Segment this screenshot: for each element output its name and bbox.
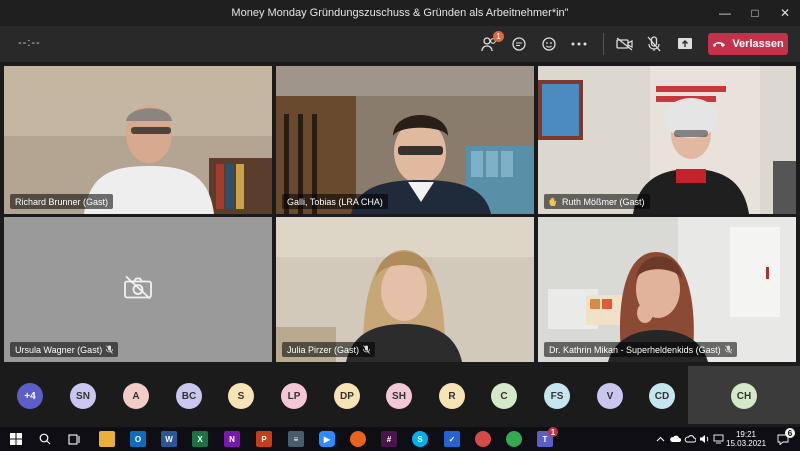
raised-hand-icon (549, 197, 557, 206)
window-title: Money Monday Gründungszuschuss & Gründen… (231, 7, 569, 19)
video-tile[interactable]: Galli, Tobias (LRA CHA) (276, 66, 534, 214)
file-explorer-icon[interactable] (99, 431, 115, 447)
zoom-icon[interactable]: ▶ (319, 431, 335, 447)
camera-toggle-button[interactable] (614, 34, 636, 54)
participant-avatar[interactable]: R (439, 383, 465, 409)
participant-avatar[interactable]: LP (281, 383, 307, 409)
participant-video (276, 66, 534, 214)
participant-video (276, 217, 534, 362)
reactions-button[interactable] (538, 34, 560, 54)
participant-name-tag: Richard Brunner (Gast) (10, 194, 114, 209)
windows-logo-icon (10, 433, 22, 445)
overflow-participants-chip[interactable]: +4 (17, 383, 43, 409)
participant-name-tag: Galli, Tobias (LRA CHA) (282, 194, 388, 209)
windows-taskbar: O W X N P ≡ ▶ # S ✓ T 1 19:21 15.03.2021… (0, 427, 800, 451)
skype-icon[interactable]: S (412, 431, 428, 447)
close-icon[interactable]: ✕ (770, 0, 800, 26)
title-bar: Money Monday Gründungszuschuss & Gründen… (0, 0, 800, 26)
participant-avatar[interactable]: FS (544, 383, 570, 409)
share-button[interactable] (674, 34, 696, 54)
task-view-button[interactable] (66, 431, 82, 447)
powerpoint-icon[interactable]: P (256, 431, 272, 447)
mic-muted-icon (106, 345, 114, 354)
participant-avatar[interactable]: V (597, 383, 623, 409)
mic-off-icon (647, 36, 661, 52)
maximize-icon[interactable]: □ (740, 0, 770, 26)
participants-button[interactable]: 1 (478, 31, 504, 54)
video-tile[interactable]: Julia Pirzer (Gast) (276, 217, 534, 362)
start-button[interactable] (8, 431, 24, 447)
meeting-timer: --:-- (18, 37, 41, 49)
video-grid: Richard Brunner (Gast) Galli, Tobias (LR… (0, 62, 800, 362)
outlook-icon[interactable]: O (130, 431, 146, 447)
chat-icon (512, 37, 526, 51)
participant-avatar[interactable]: SH (386, 383, 412, 409)
phone-hangup-icon (713, 42, 726, 47)
notifications-button[interactable]: 6 (775, 428, 795, 447)
participant-avatar[interactable]: S (228, 383, 254, 409)
firefox-icon[interactable] (350, 431, 366, 447)
more-icon (571, 42, 587, 46)
mic-toggle-button[interactable] (643, 34, 665, 54)
task-view-icon (67, 433, 80, 445)
participant-roster: +4 SN A BC S LP DP SH R C FS V CD CH (0, 366, 800, 424)
todo-icon[interactable]: ✓ (444, 431, 460, 447)
word-icon[interactable]: W (161, 431, 177, 447)
video-tile[interactable]: Richard Brunner (Gast) (4, 66, 272, 214)
show-hidden-icons-button[interactable] (652, 431, 668, 447)
hand-icon (542, 37, 556, 51)
leave-label: Verlassen (732, 38, 784, 50)
system-clock[interactable]: 19:21 15.03.2021 (726, 430, 766, 448)
participant-name-tag: Julia Pirzer (Gast) (282, 342, 376, 357)
participant-avatar[interactable]: DP (334, 383, 360, 409)
snipping-tool-icon[interactable] (475, 431, 491, 447)
video-tile[interactable]: Ursula Wagner (Gast) (4, 217, 272, 362)
search-icon (39, 433, 51, 445)
teams-icon[interactable]: T 1 (537, 427, 558, 447)
participant-avatar[interactable]: BC (176, 383, 202, 409)
video-tile[interactable]: Dr. Kathrin Mikan - Superheldenkids (Gas… (538, 217, 796, 362)
teams-badge: 1 (548, 427, 558, 437)
more-actions-button[interactable] (568, 34, 590, 54)
participant-video (4, 66, 272, 214)
notifications-badge: 6 (785, 428, 795, 438)
chrome-icon[interactable] (506, 431, 522, 447)
mic-muted-icon (724, 345, 732, 354)
excel-icon[interactable]: X (192, 431, 208, 447)
participant-avatar[interactable]: C (491, 383, 517, 409)
slack-icon[interactable]: # (381, 431, 397, 447)
participant-name-tag: Ruth Mößmer (Gast) (544, 194, 650, 209)
participant-video (538, 66, 796, 214)
camera-off-placeholder (123, 274, 153, 305)
camera-off-icon (616, 37, 633, 51)
chevron-up-icon (656, 436, 664, 442)
mic-muted-icon (363, 345, 370, 354)
participants-badge: 1 (493, 31, 504, 42)
minimize-icon[interactable]: — (710, 0, 740, 26)
participant-name-tag: Dr. Kathrin Mikan - Superheldenkids (Gas… (544, 342, 737, 357)
search-button[interactable] (37, 431, 53, 447)
participant-name-tag: Ursula Wagner (Gast) (10, 342, 119, 357)
network-icon[interactable] (710, 431, 726, 447)
camera-off-icon (124, 275, 152, 299)
chat-button[interactable] (508, 34, 530, 54)
meeting-toolbar: --:-- 1 Verlassen (0, 26, 800, 62)
video-tile[interactable]: Ruth Mößmer (Gast) (538, 66, 796, 214)
onenote-icon[interactable]: N (224, 431, 240, 447)
leave-button[interactable]: Verlassen (708, 33, 788, 55)
calculator-icon[interactable]: ≡ (288, 431, 304, 447)
participant-video (538, 217, 796, 362)
participant-avatar[interactable]: SN (70, 383, 96, 409)
onedrive-icon[interactable] (667, 431, 683, 447)
share-screen-icon (678, 38, 692, 49)
window-controls: — □ ✕ (710, 0, 800, 26)
participant-avatar[interactable]: CD (649, 383, 675, 409)
toolbar-divider (603, 33, 604, 55)
participant-avatar[interactable]: CH (731, 383, 757, 409)
participant-avatar[interactable]: A (123, 383, 149, 409)
